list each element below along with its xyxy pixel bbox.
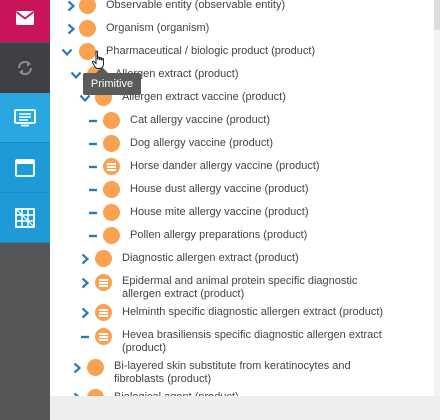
- tree-node[interactable]: Helminth specific diagnostic allergen ex…: [50, 304, 434, 322]
- classification-view-icon: [14, 108, 36, 127]
- tree-node[interactable]: House mite allergy vaccine (product): [50, 204, 434, 222]
- primitive-concept-icon[interactable]: [87, 359, 104, 376]
- tree-node-label[interactable]: Bi-layered skin substitute from keratino…: [114, 360, 384, 386]
- tree-node-label[interactable]: Hevea brasiliensis specific diagnostic a…: [122, 329, 392, 355]
- fully-defined-concept-icon[interactable]: [95, 328, 112, 345]
- tree-node[interactable]: Biological agent (product): [50, 389, 434, 396]
- sidebar-item-classification-view[interactable]: [0, 93, 50, 143]
- chevron-down-icon[interactable]: [70, 69, 82, 81]
- tree-node-label[interactable]: Organism (organism): [106, 22, 209, 35]
- leaf-dash-icon: [79, 331, 91, 343]
- tree-node-label[interactable]: Pharmaceutical / biologic product (produ…: [106, 45, 315, 58]
- leaf-dash-icon: [87, 115, 99, 127]
- chevron-right-icon[interactable]: [79, 277, 91, 289]
- chevron-right-icon[interactable]: [79, 307, 91, 319]
- tree-node[interactable]: Horse dander allergy vaccine (product): [50, 158, 434, 176]
- primitive-concept-icon[interactable]: [103, 112, 120, 129]
- fully-defined-concept-icon[interactable]: [95, 274, 112, 291]
- bottom-bar: [50, 396, 440, 420]
- primitive-concept-icon[interactable]: [87, 389, 104, 396]
- tree-node-label[interactable]: House dust allergy vaccine (product): [130, 183, 309, 196]
- tree-node[interactable]: Cat allergy vaccine (product): [50, 112, 434, 130]
- primitive-concept-icon[interactable]: [103, 204, 120, 221]
- tooltip: Primitive: [83, 73, 141, 95]
- chevron-right-icon[interactable]: [79, 253, 91, 265]
- primitive-concept-icon[interactable]: [79, 20, 96, 37]
- tree-node[interactable]: Organism (organism): [50, 20, 434, 38]
- tree-node-label[interactable]: House mite allergy vaccine (product): [130, 206, 309, 219]
- hand-pointer-icon: [91, 50, 104, 69]
- tree-node-label[interactable]: Helminth specific diagnostic allergen ex…: [122, 306, 383, 319]
- scrollbar-track[interactable]: [434, 0, 440, 396]
- tree-node-label[interactable]: Epidermal and animal protein specific di…: [122, 275, 392, 301]
- tree-node-label[interactable]: Diagnostic allergen extract (product): [122, 252, 299, 265]
- window-icon: [15, 158, 35, 177]
- mail-icon: [15, 10, 35, 26]
- leaf-dash-icon: [87, 161, 99, 173]
- sidebar-item-sync[interactable]: [0, 43, 50, 93]
- tree-node-label[interactable]: Allergen extract vaccine (product): [122, 91, 286, 104]
- sidebar-item-window[interactable]: [0, 143, 50, 193]
- chevron-right-icon[interactable]: [65, 23, 77, 35]
- grid-icon: [15, 207, 35, 228]
- tree-node[interactable]: Pollen allergy preparations (product): [50, 227, 434, 245]
- primitive-concept-icon[interactable]: [103, 181, 120, 198]
- tree-node-label[interactable]: Horse dander allergy vaccine (product): [130, 160, 320, 173]
- primitive-concept-icon[interactable]: [103, 227, 120, 244]
- fully-defined-concept-icon[interactable]: [103, 158, 120, 175]
- primitive-concept-icon[interactable]: [103, 135, 120, 152]
- leaf-dash-icon: [87, 138, 99, 150]
- primitive-concept-icon[interactable]: [95, 250, 112, 267]
- tree-node[interactable]: Diagnostic allergen extract (product): [50, 250, 434, 268]
- tree-node[interactable]: Dog allergy vaccine (product): [50, 135, 434, 153]
- scrollbar-thumb[interactable]: [434, 0, 440, 30]
- taxonomy-tree: Observable entity (observable entity) Org…: [50, 0, 434, 396]
- leaf-dash-icon: [87, 207, 99, 219]
- tree-node[interactable]: Pharmaceutical / biologic product (produ…: [50, 43, 434, 61]
- fully-defined-concept-icon[interactable]: [95, 304, 112, 321]
- tree-node[interactable]: House dust allergy vaccine (product): [50, 181, 434, 199]
- tree-node-label[interactable]: Pollen allergy preparations (product): [130, 229, 307, 242]
- tree-node[interactable]: Hevea brasiliensis specific diagnostic a…: [50, 327, 434, 354]
- tree-node[interactable]: Bi-layered skin substitute from keratino…: [50, 358, 434, 385]
- tree-node[interactable]: Epidermal and animal protein specific di…: [50, 273, 434, 300]
- sidebar-item-grid[interactable]: [0, 193, 50, 243]
- sidebar-item-mail[interactable]: [0, 0, 50, 42]
- sidebar: [0, 0, 50, 420]
- leaf-dash-icon: [87, 230, 99, 242]
- tree-node-label[interactable]: Cat allergy vaccine (product): [130, 114, 270, 127]
- primitive-concept-icon[interactable]: [79, 0, 96, 14]
- app-window: Observable entity (observable entity) Org…: [0, 0, 440, 420]
- tree-node-label[interactable]: Dog allergy vaccine (product): [130, 137, 273, 150]
- leaf-dash-icon: [87, 184, 99, 196]
- sync-icon: [15, 58, 35, 78]
- tree-node[interactable]: Observable entity (observable entity): [50, 0, 434, 15]
- chevron-right-icon[interactable]: [65, 0, 77, 12]
- chevron-down-icon[interactable]: [61, 46, 73, 58]
- chevron-right-icon[interactable]: [71, 362, 83, 374]
- tree-node-label[interactable]: Observable entity (observable entity): [106, 0, 285, 12]
